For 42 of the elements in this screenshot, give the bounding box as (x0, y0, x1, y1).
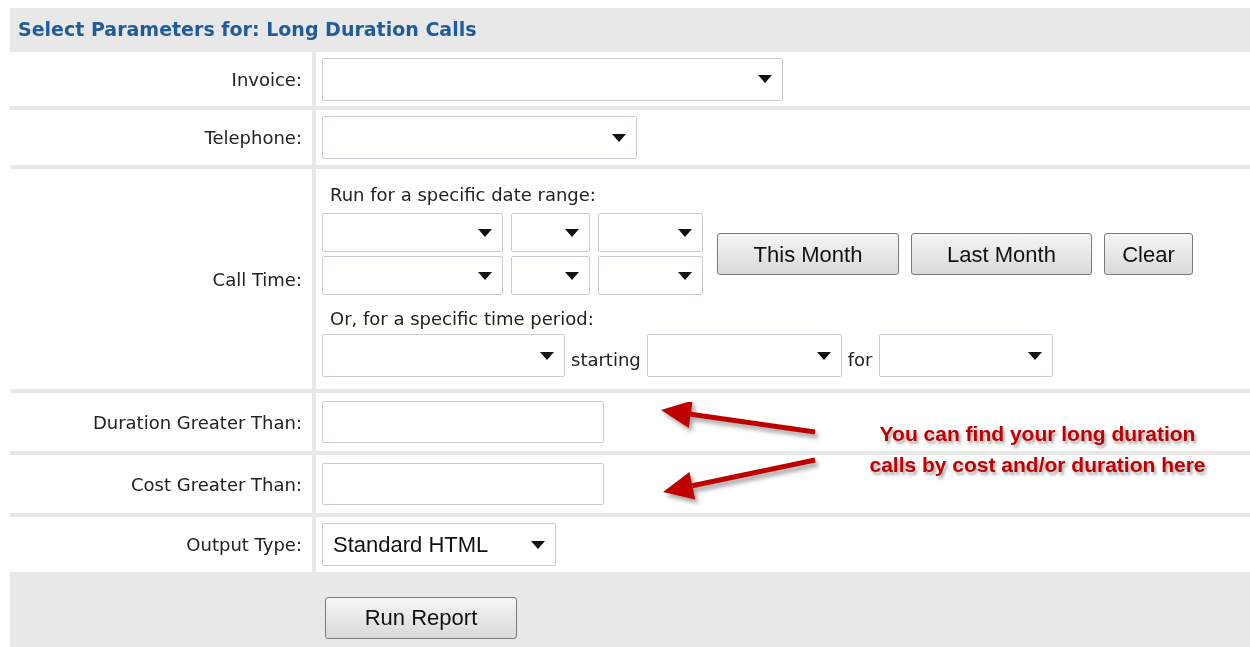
dropdown[interactable] (646, 334, 842, 377)
dropdown[interactable] (598, 256, 703, 295)
dropdown[interactable] (511, 213, 590, 252)
button[interactable]: This Month (717, 233, 899, 275)
dropdown[interactable] (322, 116, 637, 159)
field-label: Duration Greater Than: (92, 410, 302, 435)
section-label: Or, for a specific time period: (329, 307, 595, 331)
field-label: Cost Greater Than: (131, 472, 302, 497)
button[interactable]: Clear (1104, 233, 1193, 275)
caret-icon (478, 228, 492, 237)
dropdown[interactable] (322, 213, 503, 252)
caret-icon (816, 351, 831, 360)
caret-icon (565, 228, 579, 237)
annotation-note: You can find your long duration calls by cost and/or duration here (868, 421, 1207, 478)
caret-icon (678, 271, 692, 280)
input-field[interactable] (322, 401, 604, 443)
field-label: Telephone: (204, 126, 302, 150)
caret-icon (540, 351, 554, 360)
dropdown[interactable] (322, 57, 783, 101)
caret-icon (478, 271, 492, 280)
dropdown[interactable] (322, 256, 503, 295)
caret-icon (678, 228, 692, 237)
dropdown[interactable] (322, 334, 565, 377)
field-label: Output Type: (186, 533, 302, 557)
section-label: Run for a specific date range: (329, 183, 597, 207)
dropdown[interactable]: Standard HTML (322, 523, 556, 566)
field-label: Invoice: (231, 67, 302, 92)
caret-icon (531, 540, 545, 549)
caret-icon (1027, 351, 1042, 360)
caret-icon (612, 133, 626, 142)
input-field[interactable] (322, 463, 604, 505)
connector-label: for (847, 348, 873, 372)
dropdown[interactable] (878, 334, 1053, 377)
dropdown[interactable] (511, 256, 590, 295)
dropdown[interactable] (598, 213, 703, 252)
caret-icon (565, 271, 579, 280)
caret-icon (758, 75, 772, 83)
button[interactable]: Last Month (911, 233, 1092, 275)
connector-label: starting (571, 348, 641, 372)
button[interactable]: Run Report (325, 596, 517, 639)
section-title: Select Parameters for: Long Duration Calls (17, 16, 478, 42)
field-label: Call Time: (212, 267, 302, 292)
